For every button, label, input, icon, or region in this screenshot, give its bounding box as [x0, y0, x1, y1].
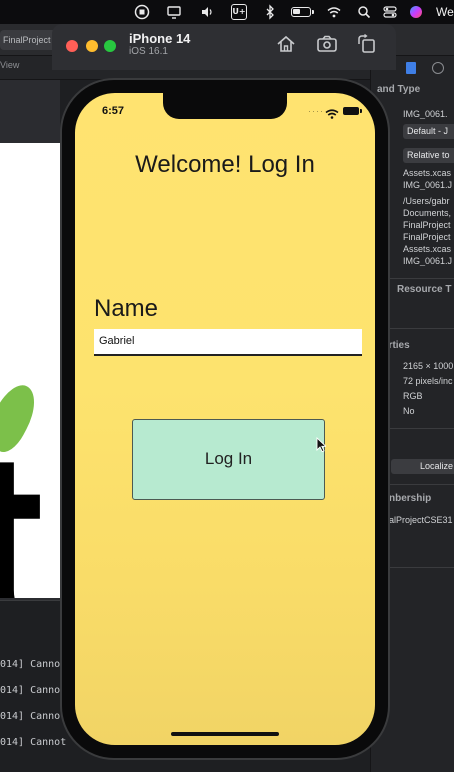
inspector-location-popup[interactable]: Relative to [403, 148, 454, 163]
xcode-tab[interactable]: FinalProject [0, 30, 56, 50]
inspector-path-line: Documents, [403, 208, 452, 218]
volume-icon[interactable] [199, 4, 215, 20]
inspector-type-popup[interactable]: Default - J [403, 124, 454, 139]
simulator-os-version: iOS 16.1 [129, 46, 168, 57]
menu-bar-date[interactable]: We [436, 4, 454, 20]
minimize-window-button[interactable] [86, 40, 98, 52]
search-icon[interactable] [356, 4, 372, 20]
inspector-section-identity: and Type [377, 84, 421, 95]
console-line: 014] Cannot [0, 737, 67, 748]
wifi-icon[interactable] [326, 4, 342, 20]
home-indicator[interactable] [171, 732, 279, 736]
view-label: View [0, 60, 20, 70]
display-icon[interactable] [166, 4, 182, 20]
inspector-target[interactable]: alProjectCSE31 [389, 515, 453, 525]
name-input[interactable]: Gabriel [94, 329, 362, 356]
close-window-button[interactable] [66, 40, 78, 52]
dynamic-notch [163, 93, 287, 119]
inspector-path-line: IMG_0061.J [403, 256, 453, 266]
inspector-resolution: 72 pixels/inc [403, 376, 453, 386]
control-center-icon[interactable] [382, 4, 398, 20]
inspector-section-membership: nbership [389, 493, 432, 504]
page-title: Welcome! Log In [135, 151, 315, 178]
simulator-device-name: iPhone 14 [129, 31, 191, 46]
rotate-icon[interactable] [356, 33, 378, 54]
inspector-path-line: /Users/gabr [403, 196, 450, 206]
cellular-signal-icon: ···· [308, 106, 324, 116]
file-inspector-icon[interactable] [406, 62, 416, 74]
status-wifi-icon [325, 106, 339, 119]
inspector-name-value[interactable]: IMG_0061. [403, 109, 448, 119]
console-line: 014] Canno [0, 685, 61, 696]
screenshot-icon[interactable] [316, 34, 338, 54]
history-inspector-icon[interactable] [432, 62, 444, 74]
home-icon[interactable] [275, 34, 297, 54]
login-button[interactable]: Log In [132, 419, 325, 500]
inspector-dimensions: 2165 × 1000 [403, 361, 454, 371]
app-screen: 6:57 ···· Welcome! Log In Name Gabriel L… [75, 93, 375, 745]
inspector-section-resource-tags: Resource T [397, 284, 452, 295]
inspector-alpha: No [403, 406, 415, 416]
stop-recording-icon[interactable] [134, 4, 150, 20]
siri-icon[interactable] [408, 4, 424, 20]
inspector-path-line: IMG_0061.J [403, 180, 453, 190]
inspector-path-line: FinalProject [403, 232, 451, 242]
console-line: 014] Canno [0, 711, 61, 722]
localize-button[interactable]: Localize [391, 459, 454, 474]
name-label: Name [94, 295, 159, 322]
console-line: 014] Canno [0, 659, 61, 670]
inspector-path-line: FinalProject [403, 220, 451, 230]
status-battery-icon [343, 107, 362, 115]
desktop: FinalProject View t 014] Canno 014] Cann… [0, 0, 454, 772]
asset-logo-letter: t [0, 398, 45, 598]
zoom-window-button[interactable] [104, 40, 116, 52]
asset-image-preview: t [0, 143, 62, 598]
inspector-path-line: Assets.xcas [403, 168, 452, 178]
inspector-path-line: Assets.xcas [403, 244, 452, 254]
bluetooth-icon[interactable] [262, 4, 278, 20]
input-source-icon[interactable]: U+ [231, 4, 247, 20]
menu-bar: U+ We [0, 0, 454, 24]
mouse-pointer-icon [316, 436, 327, 453]
inspector-color-space: RGB [403, 391, 423, 401]
battery-icon[interactable] [291, 7, 314, 17]
status-bar-time: 6:57 [102, 105, 125, 117]
